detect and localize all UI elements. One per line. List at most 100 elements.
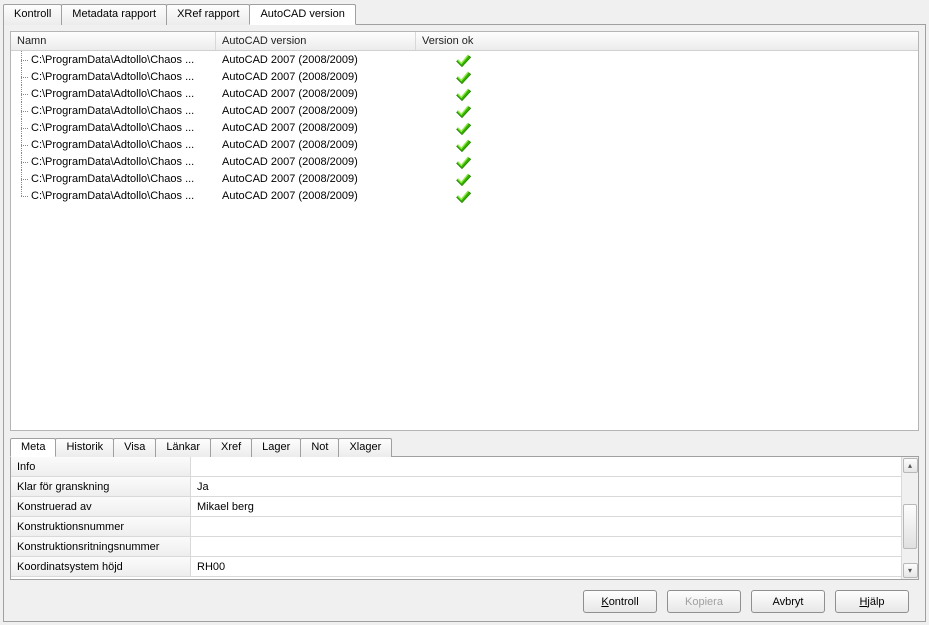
cell-version-ok [416,53,511,67]
property-value[interactable]: Ja [191,481,901,493]
tree-branch-icon [17,119,29,136]
table-row[interactable]: C:\ProgramData\Adtollo\Chaos ... AutoCAD… [11,187,918,204]
column-header-version[interactable]: AutoCAD version [216,32,416,50]
tab-visa[interactable]: Visa [113,438,156,457]
cell-version: AutoCAD 2007 (2008/2009) [216,71,416,83]
table-row[interactable]: C:\ProgramData\Adtollo\Chaos ... AutoCAD… [11,136,918,153]
scrollbar-vertical[interactable]: ▴ ▾ [901,457,918,579]
property-value[interactable]: RH00 [191,561,901,573]
table-row[interactable]: C:\ProgramData\Adtollo\Chaos ... AutoCAD… [11,85,918,102]
property-row[interactable]: Klar för granskning Ja [11,477,901,497]
scroll-up-button[interactable]: ▴ [903,458,918,473]
tree-branch-icon [17,102,29,119]
tree-branch-icon [17,68,29,85]
cell-name: C:\ProgramData\Adtollo\Chaos ... [11,51,216,68]
property-row[interactable]: Konstruktionsnummer [11,517,901,537]
tree-branch-icon [17,170,29,187]
tab-historik[interactable]: Historik [55,438,114,457]
table-row[interactable]: C:\ProgramData\Adtollo\Chaos ... AutoCAD… [11,119,918,136]
top-tabstrip: Kontroll Metadata rapport XRef rapport A… [3,3,926,24]
check-icon [456,172,472,186]
property-row[interactable]: Info [11,457,901,477]
tab-xref[interactable]: Xref [210,438,252,457]
tab-meta[interactable]: Meta [10,438,56,457]
table-row[interactable]: C:\ProgramData\Adtollo\Chaos ... AutoCAD… [11,153,918,170]
property-label: Info [11,457,191,476]
property-row[interactable]: Koordinatsystem höjd RH00 [11,557,901,577]
tab-xref-rapport[interactable]: XRef rapport [166,4,250,25]
cell-version-ok [416,70,511,84]
file-path: C:\ProgramData\Adtollo\Chaos ... [31,190,194,202]
cell-name: C:\ProgramData\Adtollo\Chaos ... [11,119,216,136]
cell-version-ok [416,87,511,101]
check-icon [456,155,472,169]
list-rows: C:\ProgramData\Adtollo\Chaos ... AutoCAD… [11,51,918,430]
property-grid[interactable]: Info Klar för granskning JaKonstruerad a… [11,457,901,579]
kopiera-button: Kopiera [667,590,741,613]
property-label: Konstruktionsritningsnummer [11,537,191,556]
tab-xlager[interactable]: Xlager [338,438,392,457]
cell-version: AutoCAD 2007 (2008/2009) [216,122,416,134]
file-path: C:\ProgramData\Adtollo\Chaos ... [31,71,194,83]
top-panel: Namn AutoCAD version Version ok C:\Progr… [3,24,926,622]
cell-name: C:\ProgramData\Adtollo\Chaos ... [11,153,216,170]
table-row[interactable]: C:\ProgramData\Adtollo\Chaos ... AutoCAD… [11,68,918,85]
cell-version: AutoCAD 2007 (2008/2009) [216,105,416,117]
tree-branch-icon [17,187,29,204]
hjalp-button[interactable]: Hjälp [835,590,909,613]
button-bar: Kontroll Kopiera Avbryt Hjälp [10,580,919,619]
lower-panel: Info Klar för granskning JaKonstruerad a… [10,456,919,580]
file-list[interactable]: Namn AutoCAD version Version ok C:\Progr… [10,31,919,431]
table-row[interactable]: C:\ProgramData\Adtollo\Chaos ... AutoCAD… [11,51,918,68]
file-path: C:\ProgramData\Adtollo\Chaos ... [31,139,194,151]
column-header-name[interactable]: Namn [11,32,216,50]
property-label: Konstruerad av [11,497,191,516]
cell-version: AutoCAD 2007 (2008/2009) [216,156,416,168]
check-icon [456,121,472,135]
cell-name: C:\ProgramData\Adtollo\Chaos ... [11,136,216,153]
tree-branch-icon [17,153,29,170]
file-path: C:\ProgramData\Adtollo\Chaos ... [31,88,194,100]
cell-version-ok [416,189,511,203]
scroll-down-button[interactable]: ▾ [903,563,918,578]
tab-kontroll[interactable]: Kontroll [3,4,62,25]
tab-lager[interactable]: Lager [251,438,301,457]
cell-version-ok [416,172,511,186]
cell-version: AutoCAD 2007 (2008/2009) [216,139,416,151]
cell-name: C:\ProgramData\Adtollo\Chaos ... [11,187,216,204]
tree-branch-icon [17,136,29,153]
cell-version: AutoCAD 2007 (2008/2009) [216,54,416,66]
file-path: C:\ProgramData\Adtollo\Chaos ... [31,105,194,117]
cell-version: AutoCAD 2007 (2008/2009) [216,88,416,100]
cell-version: AutoCAD 2007 (2008/2009) [216,173,416,185]
column-header-version-ok[interactable]: Version ok [416,32,511,50]
property-row[interactable]: Konstruktionsritningsnummer [11,537,901,557]
cell-name: C:\ProgramData\Adtollo\Chaos ... [11,170,216,187]
property-label: Koordinatsystem höjd [11,557,191,576]
table-row[interactable]: C:\ProgramData\Adtollo\Chaos ... AutoCAD… [11,170,918,187]
cell-version: AutoCAD 2007 (2008/2009) [216,190,416,202]
file-path: C:\ProgramData\Adtollo\Chaos ... [31,173,194,185]
tab-not[interactable]: Not [300,438,339,457]
kontroll-button[interactable]: Kontroll [583,590,657,613]
property-value[interactable]: Mikael berg [191,501,901,513]
cell-version-ok [416,104,511,118]
lower-section: Meta Historik Visa Länkar Xref Lager Not… [10,437,919,580]
cell-name: C:\ProgramData\Adtollo\Chaos ... [11,85,216,102]
check-icon [456,138,472,152]
tab-lankar[interactable]: Länkar [155,438,211,457]
avbryt-button[interactable]: Avbryt [751,590,825,613]
tab-metadata-rapport[interactable]: Metadata rapport [61,4,167,25]
check-icon [456,70,472,84]
cell-name: C:\ProgramData\Adtollo\Chaos ... [11,68,216,85]
file-path: C:\ProgramData\Adtollo\Chaos ... [31,122,194,134]
tab-autocad-version[interactable]: AutoCAD version [249,4,355,25]
check-icon [456,189,472,203]
file-path: C:\ProgramData\Adtollo\Chaos ... [31,54,194,66]
table-row[interactable]: C:\ProgramData\Adtollo\Chaos ... AutoCAD… [11,102,918,119]
scroll-track[interactable] [902,474,918,562]
scroll-thumb[interactable] [903,504,917,549]
lower-tabstrip: Meta Historik Visa Länkar Xref Lager Not… [10,437,919,456]
list-header: Namn AutoCAD version Version ok [11,32,918,51]
property-row[interactable]: Konstruerad av Mikael berg [11,497,901,517]
